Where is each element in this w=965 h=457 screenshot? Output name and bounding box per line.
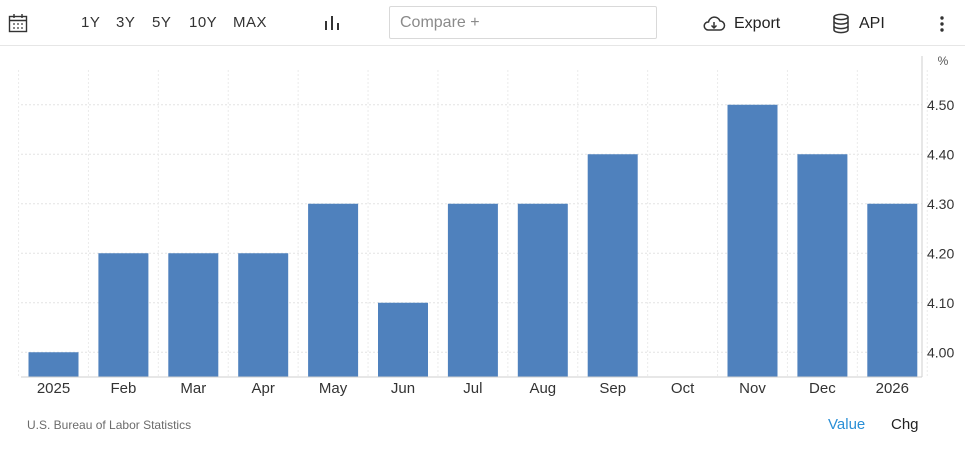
bar [517,203,568,377]
bar-chart: 4.00 4.10 4.20 4.30 4.40 4.50 2025 Feb Mar Apr May… [18,54,954,397]
database-icon [833,13,849,34]
bar [727,104,778,377]
export-button[interactable]: Export [702,12,780,36]
vertical-dots-icon[interactable] [936,14,948,34]
bar [797,154,848,377]
calendar-icon[interactable] [8,13,28,33]
bar [28,352,79,377]
bar [447,203,498,377]
bar [378,302,428,377]
y-tick-label: 4.20 [927,245,954,261]
x-tick-label: Nov [739,380,766,397]
x-tick-label: Apr [252,380,275,397]
range-3y-button[interactable]: 3Y [116,14,135,31]
api-button[interactable]: API [831,12,885,36]
bar [98,253,149,377]
y-unit-label: % [938,54,949,68]
bar [168,253,219,377]
y-tick-label: 4.10 [927,295,954,311]
bar [867,203,918,377]
x-tick-label: May [319,380,348,397]
range-10y-button[interactable]: 10Y [189,14,217,31]
chart-toolbar: 1Y 3Y 5Y 10Y MAX Export API [0,0,965,46]
bar [238,253,289,377]
chart-bars [28,104,918,377]
y-tick-label: 4.30 [927,196,954,212]
range-1y-button[interactable]: 1Y [81,14,100,31]
x-tick-label: Dec [809,380,836,397]
source-attribution: U.S. Bureau of Labor Statistics [27,418,192,432]
cloud-download-icon [703,16,726,31]
export-label: Export [734,15,781,32]
bar [587,154,638,377]
x-tick-label: 2025 [37,380,70,397]
range-max-button[interactable]: MAX [233,14,267,31]
y-tick-label: 4.00 [927,344,954,360]
x-tick-label: 2026 [876,380,909,397]
x-tick-label: Jun [391,380,415,397]
bar-chart-icon[interactable] [323,14,341,32]
compare-input[interactable] [389,6,657,39]
value-toggle[interactable]: Value [828,416,865,433]
bar [308,203,359,377]
x-tick-label: Mar [180,380,206,397]
range-5y-button[interactable]: 5Y [152,14,171,31]
api-label: API [859,15,885,32]
x-tick-label: Jul [463,380,482,397]
change-toggle[interactable]: Chg [891,416,919,433]
x-tick-label: Oct [671,380,695,397]
x-tick-label: Sep [599,380,626,397]
y-tick-label: 4.50 [927,97,954,113]
y-tick-label: 4.40 [927,146,954,162]
x-tick-label: Feb [110,380,136,397]
x-tick-label: Aug [529,380,556,397]
